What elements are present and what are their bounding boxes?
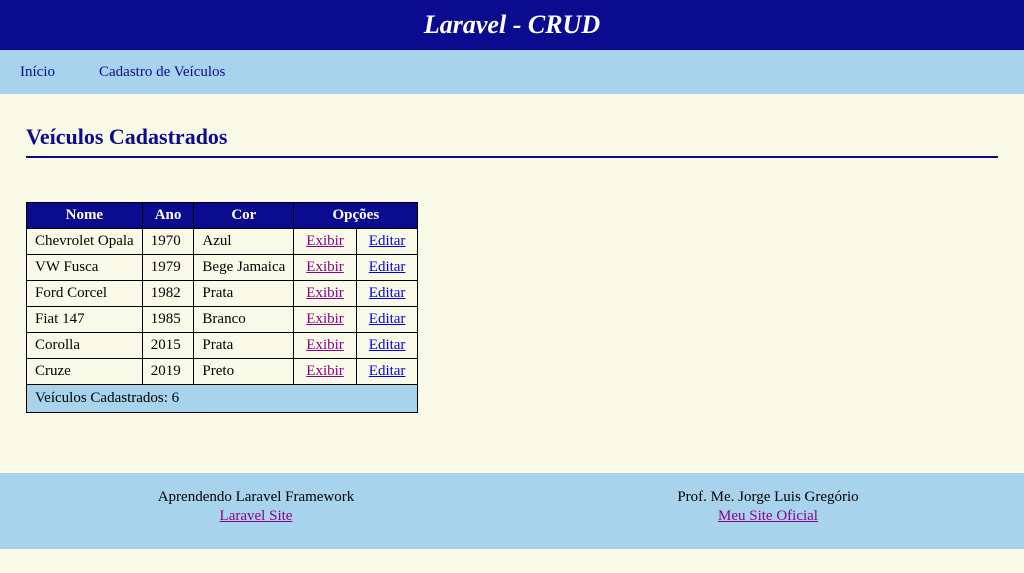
cell-edit: Editar: [356, 229, 418, 255]
edit-link[interactable]: Editar: [369, 311, 406, 327]
cell-color: Azul: [194, 229, 294, 255]
cell-color: Bege Jamaica: [194, 255, 294, 281]
th-name: Nome: [27, 203, 143, 229]
edit-link[interactable]: Editar: [369, 259, 406, 275]
cell-year: 2015: [142, 333, 194, 359]
nav-register-link[interactable]: Cadastro de Veículos: [99, 64, 225, 80]
cell-color: Branco: [194, 307, 294, 333]
cell-year: 1970: [142, 229, 194, 255]
th-year: Ano: [142, 203, 194, 229]
vehicles-table: Nome Ano Cor Opções Chevrolet Opala1970A…: [26, 202, 418, 413]
navbar: Início Cadastro de Veículos: [0, 50, 1024, 94]
footer: Aprendendo Laravel Framework Laravel Sit…: [0, 473, 1024, 549]
table-footer-count: Veículos Cadastrados: 6: [27, 385, 418, 413]
footer-right: Prof. Me. Jorge Luis Gregório Meu Site O…: [512, 489, 1024, 525]
cell-edit: Editar: [356, 307, 418, 333]
app-title: Laravel - CRUD: [0, 10, 1024, 40]
footer-right-link[interactable]: Meu Site Oficial: [718, 508, 818, 525]
cell-year: 1985: [142, 307, 194, 333]
view-link[interactable]: Exibir: [306, 311, 344, 327]
cell-year: 1982: [142, 281, 194, 307]
app-header: Laravel - CRUD: [0, 0, 1024, 50]
th-color: Cor: [194, 203, 294, 229]
footer-left-link[interactable]: Laravel Site: [220, 508, 293, 525]
cell-color: Prata: [194, 281, 294, 307]
table-row: Ford Corcel1982Prata Exibir Editar: [27, 281, 418, 307]
cell-view: Exibir: [294, 255, 357, 281]
cell-color: Prata: [194, 333, 294, 359]
cell-view: Exibir: [294, 281, 357, 307]
footer-left: Aprendendo Laravel Framework Laravel Sit…: [0, 489, 512, 525]
cell-edit: Editar: [356, 281, 418, 307]
footer-left-text: Aprendendo Laravel Framework: [0, 489, 512, 506]
cell-year: 1979: [142, 255, 194, 281]
cell-year: 2019: [142, 359, 194, 385]
table-header-row: Nome Ano Cor Opções: [27, 203, 418, 229]
cell-name: VW Fusca: [27, 255, 143, 281]
table-row: Fiat 1471985Branco Exibir Editar: [27, 307, 418, 333]
main-content: Veículos Cadastrados Nome Ano Cor Opções…: [0, 94, 1024, 473]
view-link[interactable]: Exibir: [306, 363, 344, 379]
cell-edit: Editar: [356, 255, 418, 281]
cell-name: Ford Corcel: [27, 281, 143, 307]
edit-link[interactable]: Editar: [369, 233, 406, 249]
cell-view: Exibir: [294, 359, 357, 385]
view-link[interactable]: Exibir: [306, 259, 344, 275]
cell-edit: Editar: [356, 333, 418, 359]
edit-link[interactable]: Editar: [369, 285, 406, 301]
edit-link[interactable]: Editar: [369, 363, 406, 379]
table-row: Cruze2019Preto Exibir Editar: [27, 359, 418, 385]
footer-right-text: Prof. Me. Jorge Luis Gregório: [512, 489, 1024, 506]
view-link[interactable]: Exibir: [306, 233, 344, 249]
page-title: Veículos Cadastrados: [26, 124, 998, 158]
cell-name: Corolla: [27, 333, 143, 359]
table-footer-row: Veículos Cadastrados: 6: [27, 385, 418, 413]
table-row: Chevrolet Opala1970Azul Exibir Editar: [27, 229, 418, 255]
cell-view: Exibir: [294, 229, 357, 255]
cell-name: Chevrolet Opala: [27, 229, 143, 255]
nav-home-link[interactable]: Início: [20, 64, 55, 80]
th-options: Opções: [294, 203, 418, 229]
cell-view: Exibir: [294, 307, 357, 333]
cell-name: Cruze: [27, 359, 143, 385]
cell-name: Fiat 147: [27, 307, 143, 333]
cell-edit: Editar: [356, 359, 418, 385]
edit-link[interactable]: Editar: [369, 337, 406, 353]
cell-color: Preto: [194, 359, 294, 385]
table-row: Corolla2015Prata Exibir Editar: [27, 333, 418, 359]
cell-view: Exibir: [294, 333, 357, 359]
view-link[interactable]: Exibir: [306, 337, 344, 353]
table-row: VW Fusca1979Bege Jamaica Exibir Editar: [27, 255, 418, 281]
view-link[interactable]: Exibir: [306, 285, 344, 301]
